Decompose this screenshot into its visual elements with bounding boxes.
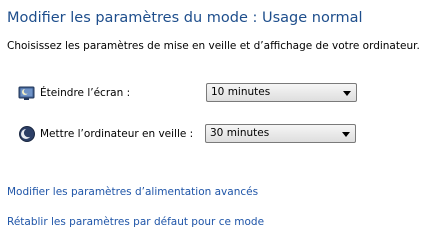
sleep-label: Mettre l’ordinateur en veille :	[40, 128, 194, 140]
display-moon-icon	[18, 86, 35, 100]
turn-off-display-select[interactable]: 10 minutes	[206, 83, 357, 102]
restore-defaults-link[interactable]: Rétablir les paramètres par défaut pour …	[7, 216, 264, 228]
page-title: Modifier les paramètres du mode : Usage …	[7, 10, 363, 26]
dropdown-arrow-icon	[342, 132, 350, 137]
sleep-moon-icon	[19, 126, 35, 142]
turn-off-display-value: 10 minutes	[211, 86, 271, 98]
turn-off-display-label: Éteindre l’écran :	[40, 87, 131, 99]
dropdown-arrow-icon	[343, 91, 351, 96]
sleep-value: 30 minutes	[210, 127, 270, 139]
advanced-power-settings-link[interactable]: Modifier les paramètres d’alimentation a…	[7, 186, 258, 198]
sleep-select[interactable]: 30 minutes	[205, 124, 356, 143]
page-description: Choisissez les paramètres de mise en vei…	[7, 40, 420, 52]
